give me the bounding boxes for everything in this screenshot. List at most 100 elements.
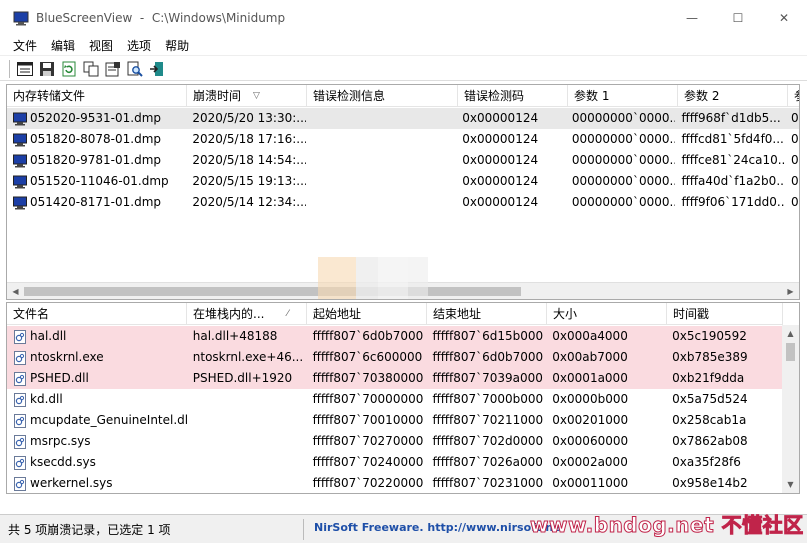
module-row[interactable]: ntoskrnl.exe ntoskrnl.exe+46... fffff807`6… (7, 347, 782, 368)
minimize-button[interactable]: — (669, 0, 715, 36)
menu-options[interactable]: 选项 (120, 37, 158, 54)
nirsoft-link[interactable]: NirSoft Freeware. http://www.nirsoft.ne (314, 521, 561, 534)
col-param-2[interactable]: 参数 2 (678, 85, 788, 107)
module-row[interactable]: PSHED.dll PSHED.dll+1920 fffff807`70380000… (7, 368, 782, 389)
menu-view[interactable]: 视图 (82, 37, 120, 54)
col-address-in-stack-label: 在堆栈内的... (193, 307, 265, 321)
cell-address-in-stack (187, 473, 307, 493)
cell-size: 0x0001a000 (552, 371, 628, 385)
col-crash-time[interactable]: 崩溃时间 ▽ (187, 85, 307, 107)
module-row[interactable]: ksecdd.sys fffff807`70240000 fffff807`7026… (7, 452, 782, 473)
module-file-name: mcupdate_GenuineIntel.dll (30, 413, 187, 427)
cell-bugcheck-string (306, 150, 456, 171)
module-row[interactable]: kd.dll fffff807`70000000 fffff807`7000b000… (7, 389, 782, 410)
cell-param-1: 00000000`0000... (571, 195, 676, 209)
cell-bugcheck-code: 0x00000124 (462, 174, 539, 188)
cell-timestamp: 0xb785e389 (672, 350, 748, 364)
dump-file-name: 051420-8171-01.dmp (30, 195, 162, 209)
cell-start-address: fffff807`6d0b7000 (312, 329, 424, 343)
menu-edit[interactable]: 编辑 (44, 37, 82, 54)
cell-address-in-stack (187, 452, 307, 473)
cell-filename: werkernel.sys (7, 473, 187, 493)
cell-start-address: fffff807`70220000 (312, 476, 424, 490)
find-button[interactable] (124, 59, 146, 79)
cell-start-address: fffff807`70000000 (312, 392, 424, 406)
cell-param-1: 00000000`0000... (571, 132, 676, 146)
dump-file-name: 051820-8078-01.dmp (30, 132, 162, 146)
driver-file-icon (14, 371, 26, 386)
scroll-up-icon[interactable]: ▲ (782, 325, 799, 342)
col-param-1[interactable]: 参数 1 (568, 85, 678, 107)
copy-icon (83, 61, 99, 76)
copy-button[interactable] (80, 59, 102, 79)
cell-end-address: fffff807`70211000 (432, 413, 544, 427)
dump-list-header: 内存转储文件 崩溃时间 ▽ 错误检测信息 错误检测码 参数 1 参数 2 参 (7, 85, 799, 107)
cell-bugcheck-string (306, 129, 456, 150)
module-row[interactable]: hal.dll hal.dll+48188 fffff807`6d0b7000 fff… (7, 326, 782, 347)
menu-file[interactable]: 文件 (6, 37, 44, 54)
module-file-name: msrpc.sys (30, 434, 91, 448)
col-filename[interactable]: 文件名 (7, 303, 187, 325)
dump-row[interactable]: 052020-9531-01.dmp 2020/5/20 13:30:... 0x0… (7, 108, 799, 129)
module-row[interactable]: mcupdate_GenuineIntel.dll fffff807`700100… (7, 410, 782, 431)
cell-end-address: fffff807`6d15b000 (432, 329, 544, 343)
col-bugcheck-code[interactable]: 错误检测码 (458, 85, 568, 107)
menu-help[interactable]: 帮助 (158, 37, 196, 54)
col-size[interactable]: 大小 (547, 303, 667, 325)
module-file-name: kd.dll (30, 392, 63, 406)
module-row[interactable]: werkernel.sys fffff807`70220000 fffff807`7… (7, 473, 782, 493)
cell-timestamp: 0x958e14b2 (672, 476, 748, 490)
cell-param-2: ffffa40d`f1a2b0... (681, 174, 786, 188)
close-button[interactable]: ✕ (761, 0, 807, 36)
cell-timestamp: 0x258cab1a (672, 413, 747, 427)
lower-vertical-scrollbar[interactable]: ▲ ▼ (782, 325, 799, 493)
dump-row[interactable]: 051820-9781-01.dmp 2020/5/18 14:54:... 0x0… (7, 150, 799, 171)
maximize-button[interactable]: ☐ (715, 0, 761, 36)
col-bugcheck-string[interactable]: 错误检测信息 (307, 85, 458, 107)
save-button[interactable] (36, 59, 58, 79)
dump-row[interactable]: 051520-11046-01.dmp 2020/5/15 19:13:... 0x… (7, 171, 799, 192)
scroll-right-icon[interactable]: ▶ (782, 283, 799, 299)
module-list: 文件名 在堆栈内的... ⁄ 起始地址 结束地址 大小 时间戳 hal.dll ha… (6, 302, 800, 494)
refresh-icon (62, 61, 76, 76)
html-report-button[interactable] (14, 59, 36, 79)
window-title: BlueScreenView - C:\Windows\Minidump (36, 11, 286, 25)
col-end-address[interactable]: 结束地址 (427, 303, 547, 325)
cell-param-2: ffff968f`d1db5... (681, 111, 781, 125)
html-report-icon (17, 61, 33, 76)
cell-start-address: fffff807`70270000 (312, 434, 424, 448)
cell-crash-time: 2020/5/15 19:13:... (192, 174, 306, 188)
col-dump-file[interactable]: 内存转储文件 (7, 85, 187, 107)
col-timestamp[interactable]: 时间戳 (667, 303, 783, 325)
cell-start-address: fffff807`70240000 (312, 455, 424, 469)
site-watermark: www.bndog.net 不懂社区 (530, 513, 804, 538)
cell-bugcheck-code: 0x00000124 (462, 132, 539, 146)
save-icon (40, 61, 54, 76)
dump-row[interactable]: 051420-8171-01.dmp 2020/5/14 12:34:... 0x0… (7, 192, 799, 213)
cell-bugcheck-string (306, 192, 456, 213)
scroll-left-icon[interactable]: ◀ (7, 283, 24, 299)
refresh-button[interactable] (58, 59, 80, 79)
scroll-down-icon[interactable]: ▼ (782, 476, 799, 493)
module-row[interactable]: msrpc.sys fffff807`70270000 fffff807`702d0… (7, 431, 782, 452)
exit-button[interactable] (146, 59, 168, 79)
title-bar: BlueScreenView - C:\Windows\Minidump — ☐… (0, 0, 807, 36)
col-start-address[interactable]: 起始地址 (307, 303, 427, 325)
properties-icon (105, 61, 120, 76)
cell-filename: mcupdate_GenuineIntel.dll (7, 410, 187, 431)
dump-file-icon (13, 133, 27, 146)
exit-icon (150, 61, 163, 76)
toolbar-separator (9, 59, 10, 78)
cell-dump-file: 051820-8078-01.dmp (7, 129, 186, 150)
col-address-in-stack[interactable]: 在堆栈内的... ⁄ (187, 303, 307, 325)
cell-end-address: fffff807`7000b000 (432, 392, 544, 406)
dump-file-icon (13, 196, 27, 209)
cell-bugcheck-code: 0x00000124 (462, 195, 539, 209)
cell-param-3: 0 (791, 132, 799, 146)
col-param-3[interactable]: 参 (788, 85, 799, 107)
cell-filename: kd.dll (7, 389, 187, 410)
dump-row[interactable]: 051820-8078-01.dmp 2020/5/18 17:16:... 0x0… (7, 129, 799, 150)
cell-param-2: ffffcd81`5fd4f0... (681, 132, 784, 146)
lower-scroll-thumb[interactable] (786, 343, 795, 361)
properties-button[interactable] (102, 59, 124, 79)
